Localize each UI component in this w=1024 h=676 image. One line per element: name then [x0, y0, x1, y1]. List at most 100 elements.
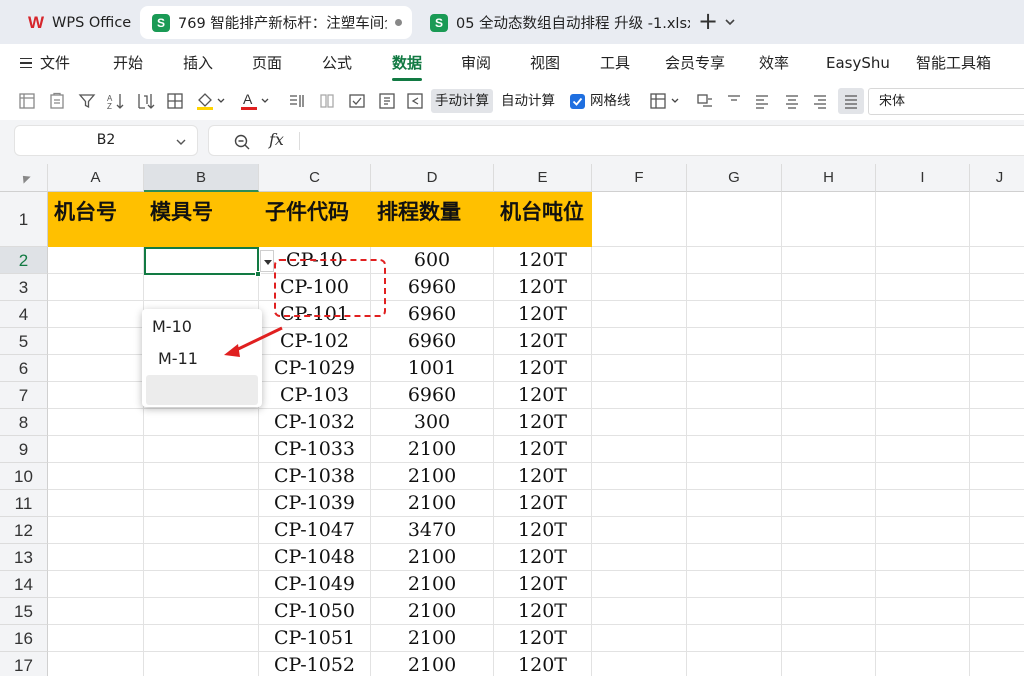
cell[interactable]: [970, 247, 1024, 274]
cell[interactable]: [687, 409, 782, 436]
sort-ascending-icon[interactable]: AZ: [104, 88, 128, 114]
align-left-icon[interactable]: [752, 88, 772, 114]
dropdown-arrow-button[interactable]: [260, 250, 274, 272]
cell[interactable]: [970, 544, 1024, 571]
cell[interactable]: [970, 409, 1024, 436]
row-header-13[interactable]: 13: [0, 544, 48, 571]
menu-tools[interactable]: 工具: [600, 51, 630, 75]
cell[interactable]: [687, 192, 782, 247]
column-header-j[interactable]: J: [970, 164, 1024, 192]
cell-d15[interactable]: 2100: [371, 598, 494, 625]
row-header-17[interactable]: 17: [0, 652, 48, 676]
row-header-14[interactable]: 14: [0, 571, 48, 598]
cell[interactable]: [782, 382, 876, 409]
cell[interactable]: [970, 355, 1024, 382]
cell[interactable]: [782, 301, 876, 328]
cell[interactable]: [782, 652, 876, 676]
dropdown-option-empty[interactable]: [146, 375, 258, 405]
row-header-16[interactable]: 16: [0, 625, 48, 652]
cell[interactable]: [687, 247, 782, 274]
cell[interactable]: [876, 652, 970, 676]
cell[interactable]: [970, 598, 1024, 625]
menu-data[interactable]: 数据: [392, 51, 422, 75]
cell[interactable]: [876, 598, 970, 625]
cell-grid[interactable]: 机台吨位 排程数量 子件代码 模具号 机台号 CP-10 600 120T CP-100 696…: [48, 192, 1024, 676]
cell[interactable]: [592, 517, 687, 544]
cell-d17[interactable]: 2100: [371, 652, 494, 676]
cell[interactable]: [876, 490, 970, 517]
menu-review[interactable]: 审阅: [461, 51, 491, 75]
cell-c7[interactable]: CP-103: [259, 382, 371, 409]
gridlines-checkbox[interactable]: [570, 94, 585, 109]
cell-b16[interactable]: [144, 625, 259, 652]
cell-d4[interactable]: 6960: [371, 301, 494, 328]
cell-d12[interactable]: 3470: [371, 517, 494, 544]
cell-e6[interactable]: 120T: [494, 355, 592, 382]
cell[interactable]: [687, 328, 782, 355]
menu-page[interactable]: 页面: [252, 51, 282, 75]
menu-easyshu[interactable]: EasyShu: [826, 51, 890, 75]
cell-d7[interactable]: 6960: [371, 382, 494, 409]
cell[interactable]: [876, 247, 970, 274]
cell-a11[interactable]: [48, 490, 144, 517]
cell[interactable]: [876, 463, 970, 490]
cell-e5[interactable]: 120T: [494, 328, 592, 355]
cell[interactable]: [687, 490, 782, 517]
cell[interactable]: [782, 463, 876, 490]
row-header-15[interactable]: 15: [0, 598, 48, 625]
cell[interactable]: [592, 274, 687, 301]
worksheet[interactable]: ABCDEFGHIJ 1 2 3 4 5 6 7 8 9 10 11 12 13 14 15 16 17 机台吨…: [0, 164, 1024, 676]
cell-e11[interactable]: 120T: [494, 490, 592, 517]
cell-b9[interactable]: [144, 436, 259, 463]
column-header-i[interactable]: I: [876, 164, 970, 192]
align-center-icon[interactable]: [782, 88, 802, 114]
cell[interactable]: [782, 192, 876, 247]
cell[interactable]: [970, 652, 1024, 676]
cell-e3[interactable]: 120T: [494, 274, 592, 301]
row-header-7[interactable]: 7: [0, 382, 48, 409]
menu-efficiency[interactable]: 效率: [759, 51, 789, 75]
cell[interactable]: [876, 436, 970, 463]
cell-e10[interactable]: 120T: [494, 463, 592, 490]
cell-e16[interactable]: 120T: [494, 625, 592, 652]
wrap-text-icon[interactable]: [694, 88, 716, 114]
recalculate-icon[interactable]: [404, 88, 426, 114]
filter-icon[interactable]: [76, 88, 98, 114]
chevron-down-icon[interactable]: [722, 14, 738, 30]
cell[interactable]: [876, 544, 970, 571]
cell[interactable]: [782, 247, 876, 274]
cell-b12[interactable]: [144, 517, 259, 544]
cell-a7[interactable]: [48, 382, 144, 409]
cell-b10[interactable]: [144, 463, 259, 490]
cell[interactable]: [592, 328, 687, 355]
cell[interactable]: [782, 517, 876, 544]
fx-icon[interactable]: fx: [269, 130, 284, 149]
cell[interactable]: [687, 301, 782, 328]
cell-d13[interactable]: 2100: [371, 544, 494, 571]
tab-workbook-2[interactable]: S 05 全动态数组自动排程 升级 -1.xlsx: [418, 6, 690, 39]
cell[interactable]: [687, 598, 782, 625]
sort-custom-icon[interactable]: [134, 88, 158, 114]
clipboard-icon[interactable]: [46, 88, 68, 114]
zoom-search-icon[interactable]: [233, 133, 251, 151]
cell-e17[interactable]: 120T: [494, 652, 592, 676]
consolidate-icon[interactable]: [376, 88, 398, 114]
cell[interactable]: [876, 625, 970, 652]
cell[interactable]: [970, 571, 1024, 598]
cell-a13[interactable]: [48, 544, 144, 571]
cell-a8[interactable]: [48, 409, 144, 436]
cell-a15[interactable]: [48, 598, 144, 625]
row-header-11[interactable]: 11: [0, 490, 48, 517]
row-header-5[interactable]: 5: [0, 328, 48, 355]
pivot-table-icon[interactable]: [16, 88, 38, 114]
row-header-3[interactable]: 3: [0, 274, 48, 301]
cell[interactable]: [592, 625, 687, 652]
cell-b17[interactable]: [144, 652, 259, 676]
cell-c9[interactable]: CP-1033: [259, 436, 371, 463]
cell[interactable]: [687, 652, 782, 676]
row-header-1[interactable]: 1: [0, 192, 48, 247]
cell[interactable]: [876, 382, 970, 409]
cell-d9[interactable]: 2100: [371, 436, 494, 463]
cell-c10[interactable]: CP-1038: [259, 463, 371, 490]
cell[interactable]: [592, 436, 687, 463]
